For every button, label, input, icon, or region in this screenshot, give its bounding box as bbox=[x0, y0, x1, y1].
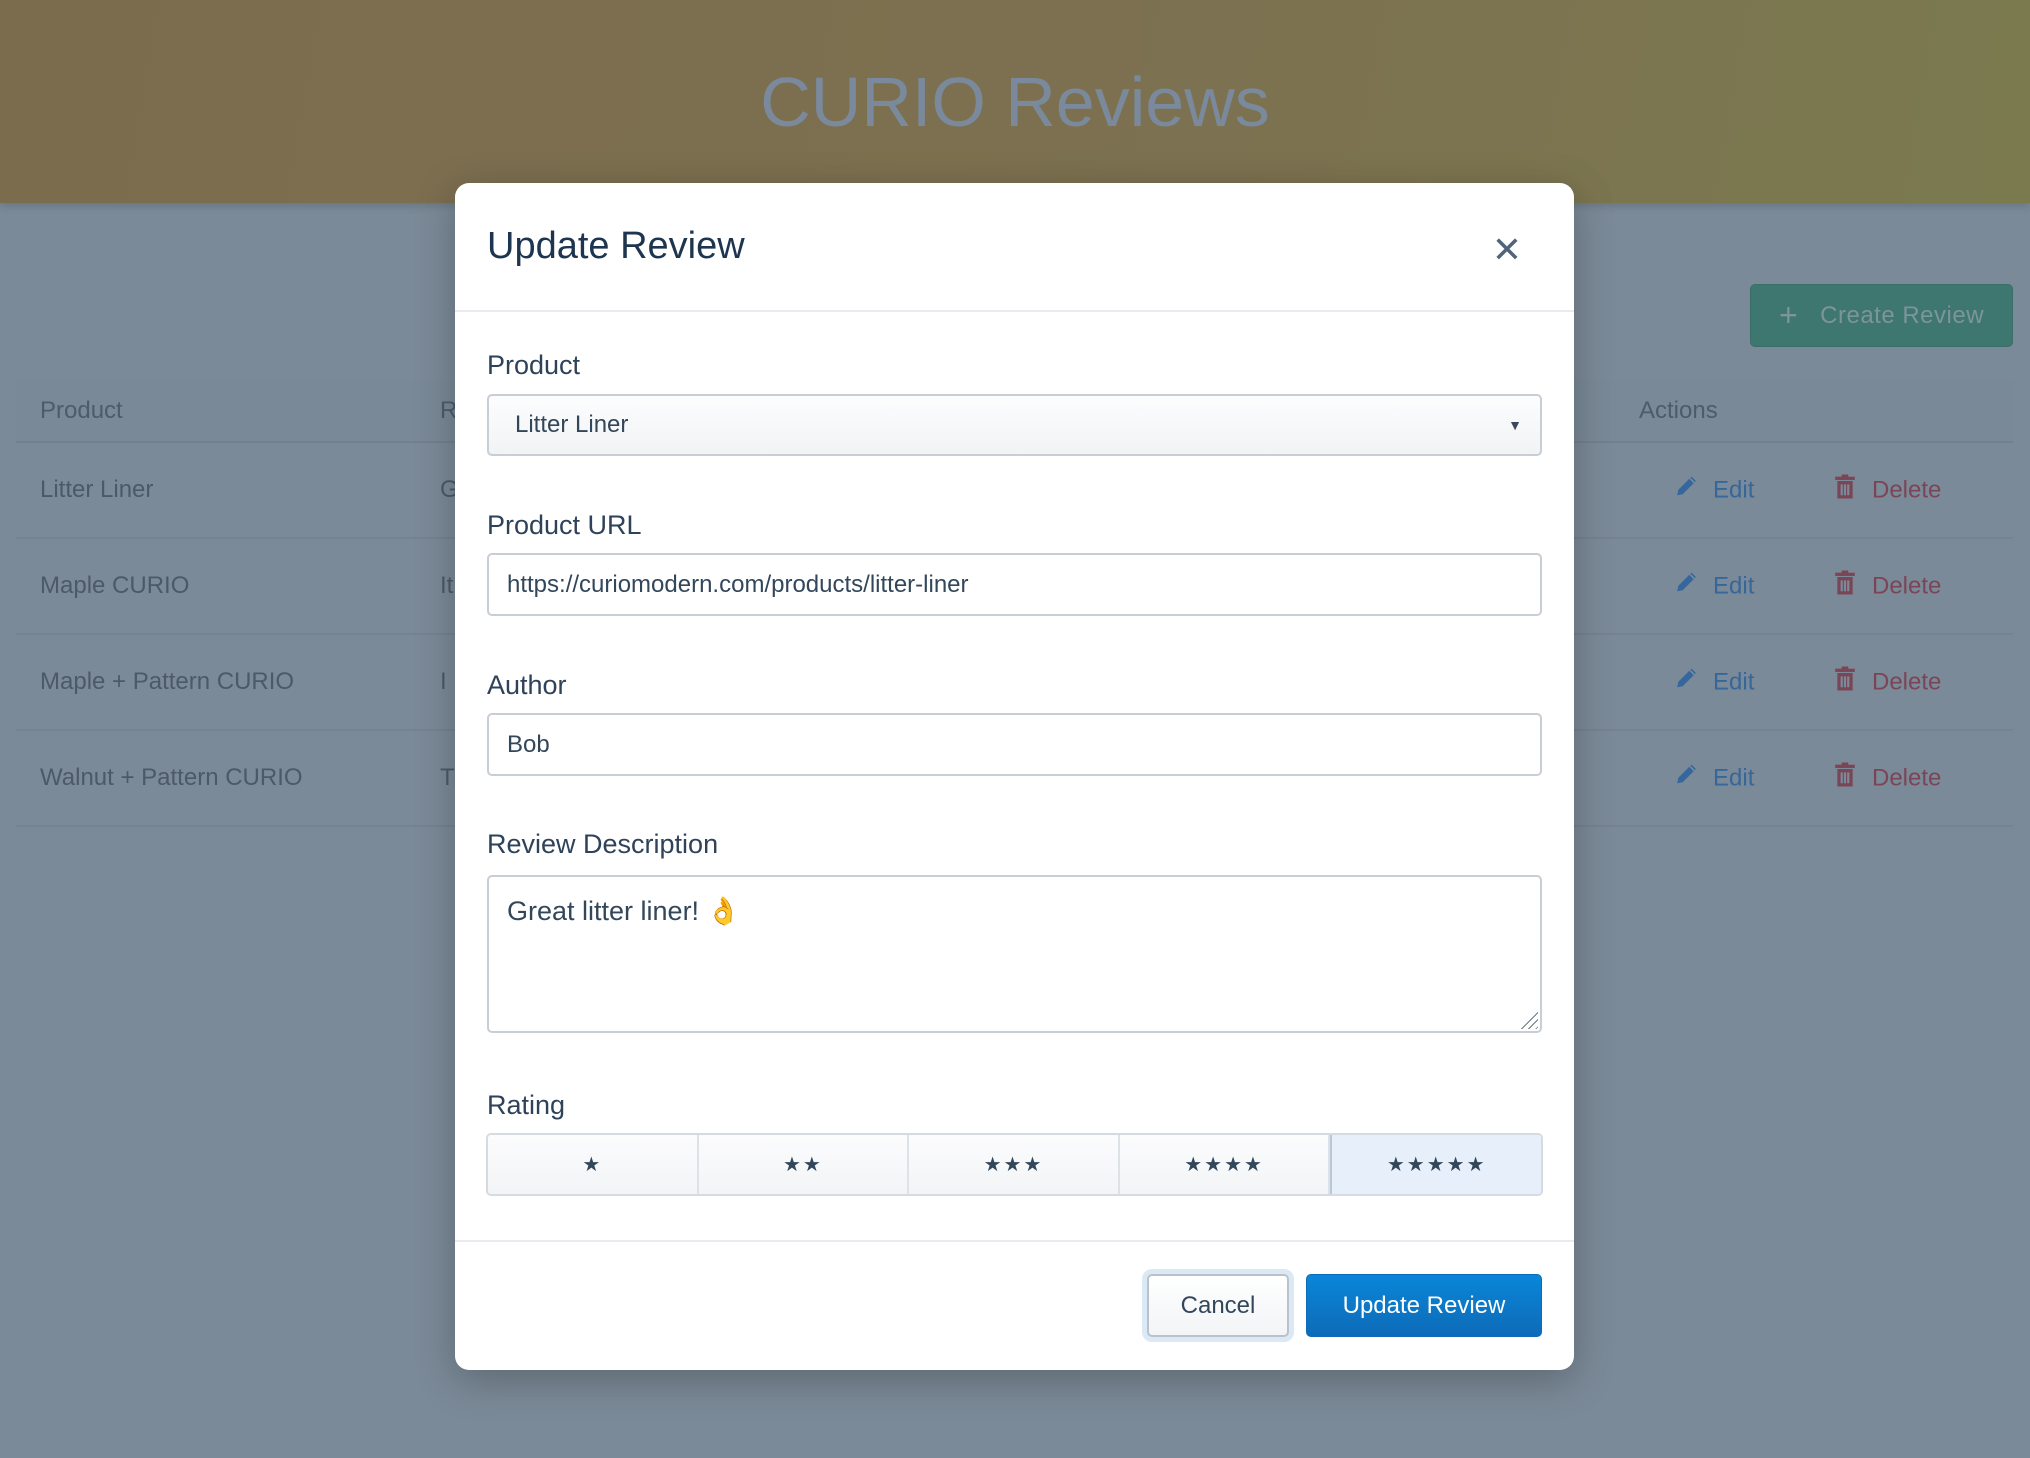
review-description-textarea[interactable]: Great litter liner! 👌 bbox=[487, 875, 1542, 1033]
rating-3-button[interactable]: ★★★ bbox=[909, 1135, 1120, 1194]
modal-header: Update Review ✕ bbox=[455, 183, 1574, 312]
rating-4-button[interactable]: ★★★★ bbox=[1119, 1135, 1331, 1194]
trash-icon bbox=[1834, 570, 1856, 602]
pencil-icon bbox=[1675, 764, 1697, 793]
delete-button[interactable]: Delete bbox=[1834, 474, 1942, 506]
delete-label: Delete bbox=[1872, 764, 1942, 791]
review-description-value: Great litter liner! 👌 bbox=[507, 896, 741, 926]
edit-button[interactable]: Edit bbox=[1675, 476, 1754, 505]
caret-down-icon: ▼ bbox=[1508, 417, 1522, 433]
product-label: Product bbox=[487, 350, 581, 380]
trash-icon bbox=[1834, 474, 1856, 506]
pencil-icon bbox=[1675, 668, 1697, 697]
product-cell: Litter Liner bbox=[40, 476, 154, 503]
product-select-value: Litter Liner bbox=[515, 411, 629, 438]
product-cell: Maple + Pattern CURIO bbox=[40, 668, 295, 695]
page-header: CURIO Reviews bbox=[0, 0, 2030, 203]
delete-label: Delete bbox=[1872, 476, 1942, 503]
edit-button[interactable]: Edit bbox=[1675, 572, 1754, 601]
edit-label: Edit bbox=[1713, 572, 1755, 599]
edit-label: Edit bbox=[1713, 476, 1755, 503]
delete-label: Delete bbox=[1872, 572, 1942, 599]
review-cell: It bbox=[440, 572, 454, 599]
modal-title: Update Review bbox=[487, 225, 745, 267]
product-cell: Maple CURIO bbox=[40, 572, 190, 599]
header-actions: Actions bbox=[1639, 396, 1718, 424]
resize-handle-icon[interactable] bbox=[1516, 1007, 1538, 1029]
rating-1-button[interactable]: ★ bbox=[488, 1135, 699, 1194]
update-review-modal: Update Review ✕ Product Litter Liner ▼ P… bbox=[455, 183, 1574, 1370]
author-input[interactable]: Bob bbox=[487, 713, 1542, 776]
delete-button[interactable]: Delete bbox=[1834, 762, 1942, 794]
rating-5-button[interactable]: ★★★★★ bbox=[1330, 1135, 1541, 1194]
product-url-label: Product URL bbox=[487, 510, 642, 540]
pencil-icon bbox=[1675, 572, 1697, 601]
edit-button[interactable]: Edit bbox=[1675, 668, 1754, 697]
header-product: Product bbox=[40, 396, 123, 424]
review-cell: T bbox=[440, 764, 455, 791]
plus-icon: + bbox=[1778, 297, 1799, 333]
trash-icon bbox=[1834, 666, 1856, 698]
delete-button[interactable]: Delete bbox=[1834, 666, 1942, 698]
product-cell: Walnut + Pattern CURIO bbox=[40, 764, 303, 791]
rating-2-button[interactable]: ★★ bbox=[698, 1135, 910, 1194]
page-title: CURIO Reviews bbox=[760, 63, 1270, 141]
rating-label: Rating bbox=[487, 1090, 566, 1120]
modal-footer-divider bbox=[455, 1240, 1574, 1242]
edit-label: Edit bbox=[1713, 764, 1755, 791]
delete-label: Delete bbox=[1872, 668, 1942, 695]
close-icon[interactable]: ✕ bbox=[1492, 229, 1522, 271]
author-label: Author bbox=[487, 670, 567, 700]
create-review-button[interactable]: + Create Review bbox=[1750, 284, 2013, 347]
review-description-label: Review Description bbox=[487, 829, 719, 859]
delete-button[interactable]: Delete bbox=[1834, 570, 1942, 602]
edit-label: Edit bbox=[1713, 668, 1755, 695]
update-review-button[interactable]: Update Review bbox=[1306, 1274, 1542, 1337]
rating-button-group: ★ ★★ ★★★ ★★★★ ★★★★★ bbox=[486, 1133, 1543, 1196]
review-cell: I bbox=[440, 668, 447, 695]
pencil-icon bbox=[1675, 476, 1697, 505]
trash-icon bbox=[1834, 762, 1856, 794]
product-select[interactable]: Litter Liner ▼ bbox=[487, 394, 1542, 456]
product-url-input[interactable]: https://curiomodern.com/products/litter-… bbox=[487, 553, 1542, 616]
edit-button[interactable]: Edit bbox=[1675, 764, 1754, 793]
create-review-label: Create Review bbox=[1820, 301, 1985, 329]
cancel-button[interactable]: Cancel bbox=[1147, 1274, 1289, 1337]
